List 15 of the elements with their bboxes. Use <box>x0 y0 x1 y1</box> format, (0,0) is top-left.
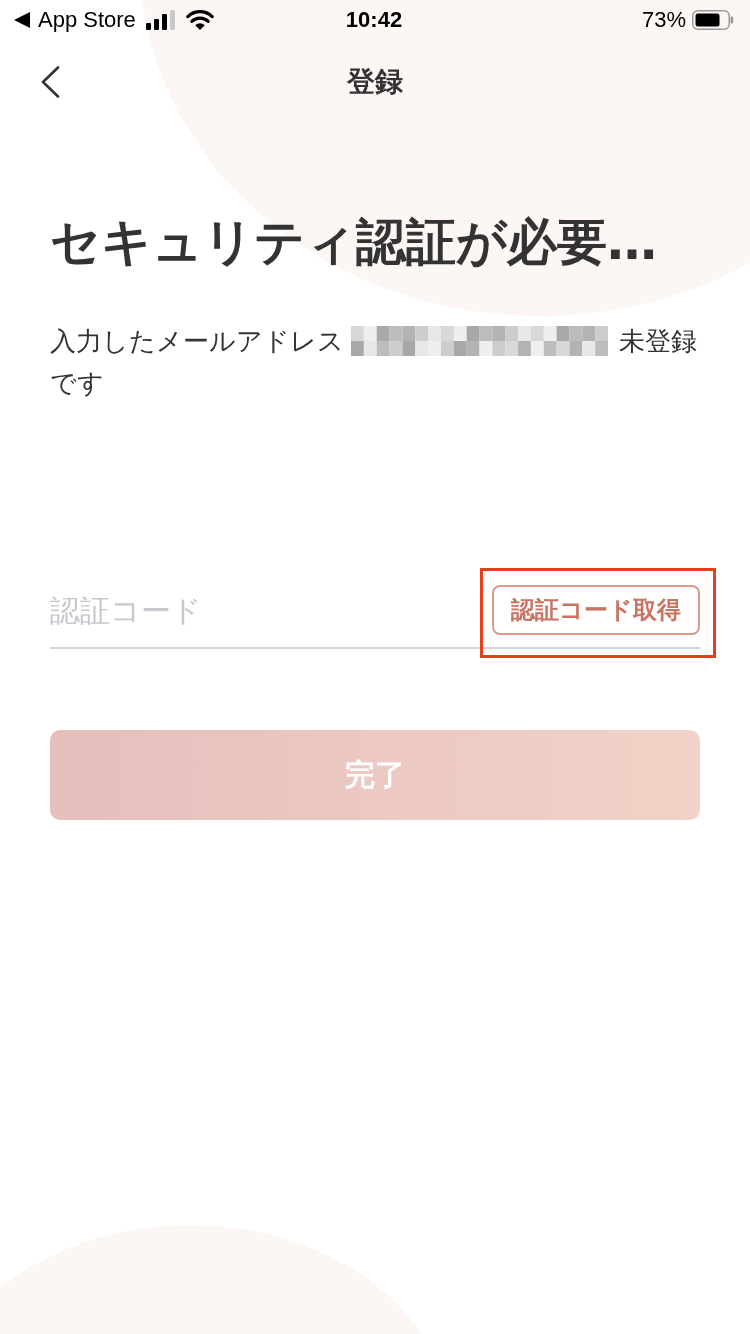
page-title: 登録 <box>347 64 403 100</box>
back-arrow-icon[interactable] <box>14 12 30 28</box>
message-text: 未登録 <box>619 325 697 358</box>
get-code-button[interactable]: 認証コード取得 <box>492 585 700 635</box>
signal-icon <box>145 10 176 30</box>
status-time: 10:42 <box>345 7 403 32</box>
message-text: 入力したメールアドレス <box>50 325 344 358</box>
battery-icon <box>692 10 734 30</box>
code-field[interactable]: 認証コード <box>50 585 492 635</box>
message-text: です <box>50 367 104 400</box>
back-icon[interactable] <box>40 66 60 98</box>
heading: セキュリティ認証が必要… <box>50 212 658 272</box>
battery-percent: 73% <box>641 7 686 33</box>
wifi-icon <box>185 10 214 30</box>
back-app-label[interactable]: App Store <box>38 7 136 33</box>
